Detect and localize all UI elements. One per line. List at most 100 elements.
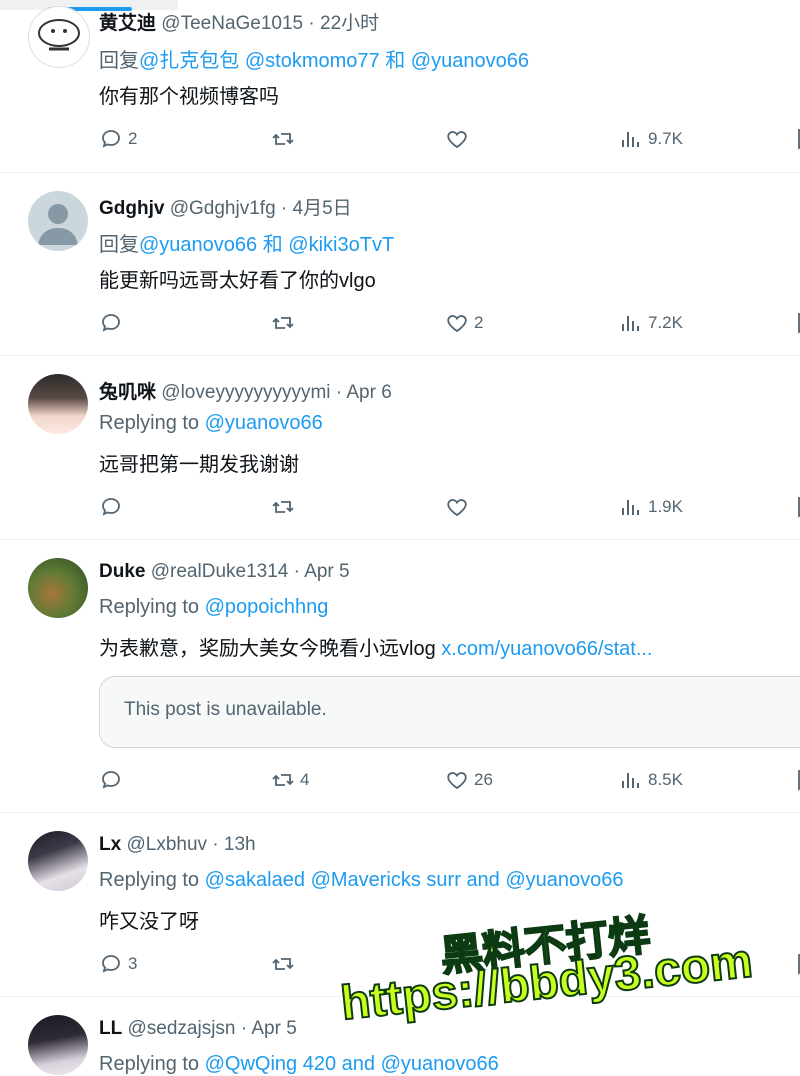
reply-icon <box>102 314 120 332</box>
mention-link[interactable]: @yuanovo66 <box>505 869 623 891</box>
view-count: 1.9K <box>648 497 683 516</box>
mention-link[interactable]: @yuanovo66 <box>205 412 323 434</box>
timestamp[interactable]: 22小时 <box>320 13 379 34</box>
bookmark-icon <box>798 770 800 791</box>
tweet-header: 兔叽咪 @loveyyyyyyyyyymi · Apr 6 <box>99 382 392 403</box>
views-button[interactable]: 8.5K <box>619 765 683 795</box>
retweet-button[interactable] <box>271 124 300 154</box>
retweet-count: 4 <box>300 770 310 789</box>
reply-context: 回复@扎克包包 @stokmomo77 和 @yuanovo66 <box>99 50 529 72</box>
reply-icon <box>102 955 120 973</box>
handle[interactable]: @Lxbhuv <box>126 834 207 855</box>
like-icon <box>447 131 467 149</box>
views-button[interactable]: 7.2K <box>619 308 683 338</box>
display-name[interactable]: 黄艾迪 <box>99 13 156 34</box>
like-button[interactable]: 26 <box>445 765 493 795</box>
views-icon <box>622 132 639 147</box>
action-bar: 2 9.7K <box>99 124 800 154</box>
bookmark-button[interactable] <box>793 765 800 795</box>
mention-link[interactable]: @Mavericks surr <box>311 869 461 891</box>
timestamp[interactable]: Apr 5 <box>251 1018 296 1039</box>
reply-button[interactable] <box>99 765 128 795</box>
bookmark-button[interactable] <box>793 124 800 154</box>
action-bar: 2 7.2K <box>99 308 800 338</box>
tweet-link[interactable]: x.com/yuanovo66/stat... <box>441 638 652 660</box>
reply-icon <box>102 130 120 148</box>
bookmark-icon <box>798 497 800 518</box>
tweet-text: 咋又没了呀 <box>99 911 199 933</box>
views-button[interactable]: 9.7K <box>619 124 683 154</box>
handle[interactable]: @Gdghjv1fg <box>170 198 276 219</box>
like-count: 26 <box>474 770 493 789</box>
reply-count: 3 <box>128 954 138 973</box>
reply-button[interactable] <box>99 308 128 338</box>
avatar[interactable] <box>28 1015 88 1075</box>
retweet-button[interactable] <box>271 492 300 522</box>
mention-link[interactable]: @stokmomo77 <box>245 50 380 72</box>
like-button[interactable]: 2 <box>445 308 483 338</box>
reply-button[interactable] <box>99 492 128 522</box>
retweet-icon <box>272 774 294 786</box>
like-icon <box>447 315 467 333</box>
tweet[interactable]: Gdghjv @Gdghjv1fg · 4月5日 回复@yuanovo66 和 … <box>0 173 800 356</box>
like-icon <box>447 772 467 790</box>
avatar[interactable] <box>28 374 88 434</box>
bookmark-icon <box>798 954 800 975</box>
reply-count: 2 <box>128 129 138 148</box>
reply-button[interactable]: 3 <box>99 949 137 979</box>
tweet-text: 能更新吗远哥太好看了你的vlgo <box>99 270 376 292</box>
handle[interactable]: @realDuke1314 <box>151 561 289 582</box>
retweet-button[interactable] <box>271 949 300 979</box>
reply-button[interactable]: 2 <box>99 124 137 154</box>
timestamp[interactable]: 4月5日 <box>293 198 352 219</box>
view-count: 8.5K <box>648 770 683 789</box>
mention-link[interactable]: @yuanovo66 <box>411 50 529 72</box>
avatar[interactable] <box>28 831 88 891</box>
mention-link[interactable]: @yuanovo66 <box>381 1053 499 1075</box>
tweet-header: LL @sedzajsjsn · Apr 5 <box>99 1018 297 1039</box>
tweet[interactable]: 兔叽咪 @loveyyyyyyyyyymi · Apr 6 Replying t… <box>0 356 800 540</box>
timestamp[interactable]: 13h <box>224 834 256 855</box>
mention-link[interactable]: @QwQing 420 <box>205 1053 336 1075</box>
display-name[interactable]: Gdghjv <box>99 198 164 219</box>
mention-link[interactable]: @popoichhng <box>205 596 329 618</box>
retweet-button[interactable] <box>271 308 300 338</box>
tweet-header: Duke @realDuke1314 · Apr 5 <box>99 561 350 582</box>
views-button[interactable]: 1.9K <box>619 492 683 522</box>
retweet-icon <box>272 501 294 513</box>
retweet-icon <box>272 133 294 145</box>
retweet-icon <box>272 958 294 970</box>
timestamp[interactable]: Apr 5 <box>304 561 349 582</box>
handle[interactable]: @TeeNaGe1015 <box>161 13 303 34</box>
views-icon <box>622 316 639 331</box>
mention-link[interactable]: @yuanovo66 <box>139 234 257 256</box>
tweet[interactable]: Duke @realDuke1314 · Apr 5 Replying to @… <box>0 540 800 813</box>
avatar[interactable] <box>28 191 88 251</box>
bookmark-button[interactable] <box>793 949 800 979</box>
mention-link[interactable]: @kiki3oTvT <box>288 234 394 256</box>
mention-link[interactable]: @sakalaed <box>205 869 305 891</box>
mention-link[interactable]: @扎克包包 <box>139 50 239 72</box>
views-icon <box>622 773 639 788</box>
like-button[interactable] <box>445 124 474 154</box>
bookmark-button[interactable] <box>793 308 800 338</box>
tweet[interactable]: 黄艾迪 @TeeNaGe1015 · 22小时 回复@扎克包包 @stokmom… <box>0 0 800 173</box>
avatar[interactable] <box>28 558 88 618</box>
like-icon <box>447 499 467 517</box>
display-name[interactable]: LL <box>99 1018 122 1039</box>
display-name[interactable]: 兔叽咪 <box>99 382 156 403</box>
display-name[interactable]: Duke <box>99 561 145 582</box>
avatar[interactable] <box>28 6 90 68</box>
display-name[interactable]: Lx <box>99 834 121 855</box>
handle[interactable]: @sedzajsjsn <box>128 1018 236 1039</box>
views-icon <box>622 500 639 515</box>
quoted-post-unavailable[interactable]: This post is unavailable. <box>99 676 800 748</box>
reply-context: Replying to @sakalaed @Mavericks surr an… <box>99 869 624 891</box>
retweet-button[interactable]: 4 <box>271 765 309 795</box>
retweet-icon <box>272 317 294 329</box>
like-button[interactable] <box>445 492 474 522</box>
timestamp[interactable]: Apr 6 <box>346 382 391 403</box>
handle[interactable]: @loveyyyyyyyyyymi <box>161 382 330 403</box>
action-bar: 1.9K <box>99 492 800 522</box>
bookmark-button[interactable] <box>793 492 800 522</box>
